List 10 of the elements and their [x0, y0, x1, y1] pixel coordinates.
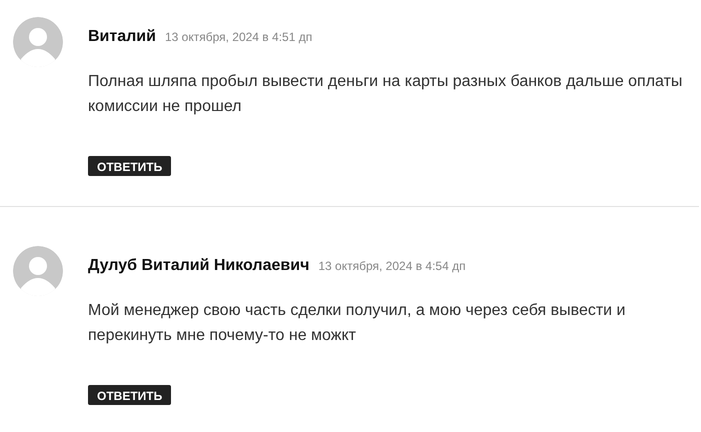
author-name: Дулуб Виталий Николаевич — [88, 257, 310, 275]
author-name: Виталий — [88, 28, 156, 46]
comment-text: Мой менеджер свою часть сделки получил, а мою через себя вывести и перекинуть мне почему-то не можкт — [88, 301, 626, 346]
reply-button[interactable]: ОТВЕТИТЬ — [88, 385, 172, 405]
comment-text: Полная шляпа пробыл вывести деньги на карты разных банков дальше оплаты комиссии не прошел — [88, 72, 684, 117]
avatar-icon — [13, 246, 63, 296]
reply-button[interactable]: ОТВЕТИТЬ — [88, 156, 172, 176]
comment-date[interactable]: 13 октября, 2024 в 4:54 дп — [318, 259, 466, 273]
avatar-icon — [13, 17, 63, 67]
comment-date[interactable]: 13 октября, 2024 в 4:51 дп — [164, 30, 312, 44]
